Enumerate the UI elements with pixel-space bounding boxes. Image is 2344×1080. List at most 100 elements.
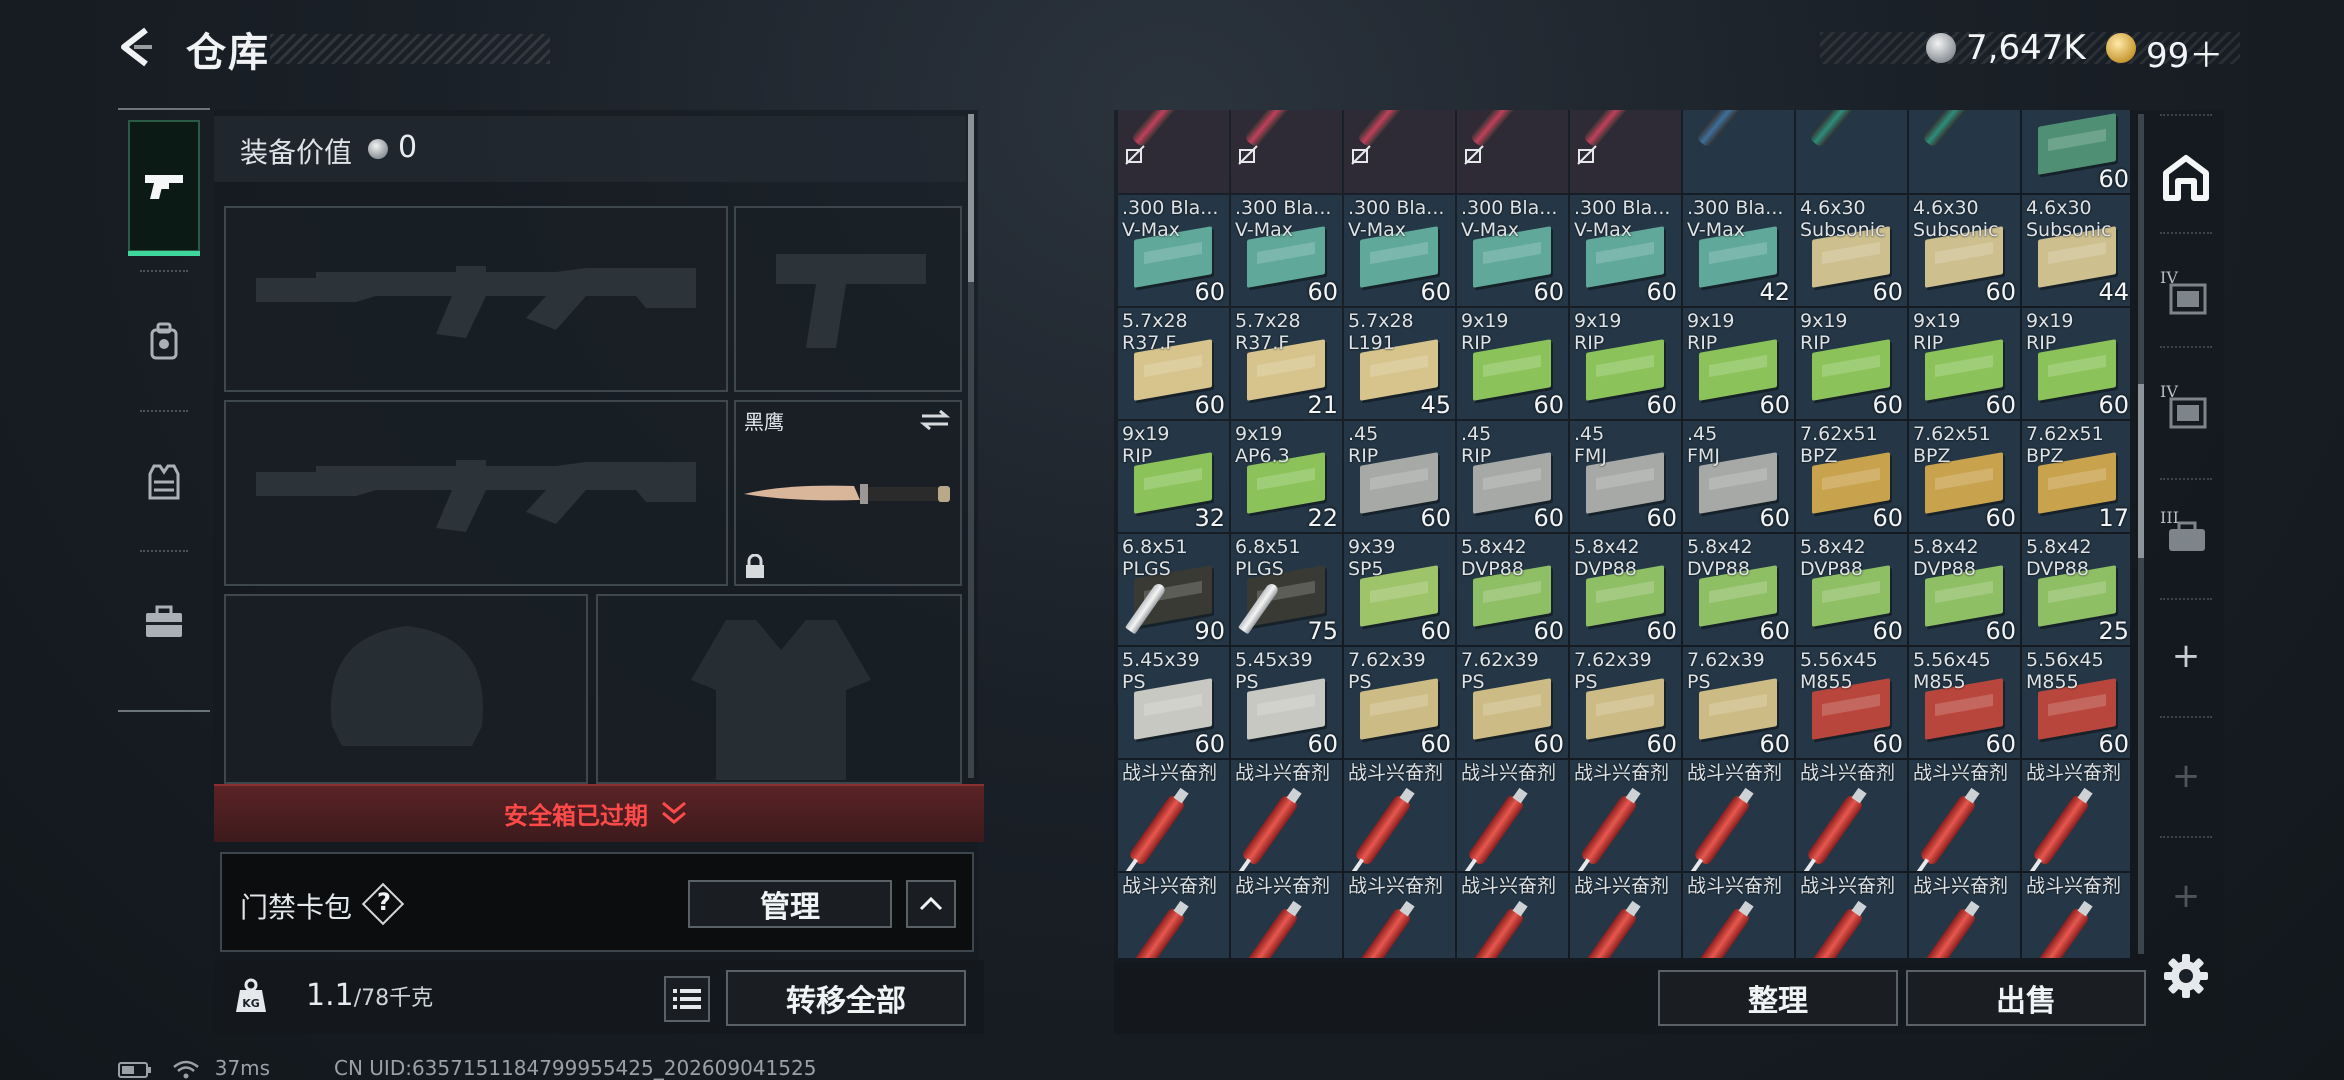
inventory-item[interactable]: 9x19 RIP 32 [1118,421,1229,532]
inventory-item[interactable]: 战斗兴奋剂 [2022,873,2130,958]
inventory-item[interactable]: 5.45x39 PS 60 [1231,647,1342,758]
secondary-weapon-slot[interactable] [224,400,728,586]
inventory-item[interactable]: .300 Bla... V-Max 60 [1344,195,1455,306]
inventory-item[interactable]: 战斗兴奋剂 [1796,760,1907,871]
tab-briefcase[interactable] [128,556,200,688]
inventory-item[interactable]: 战斗兴奋剂 [1570,873,1681,958]
back-button[interactable] [112,22,162,72]
inventory-item[interactable]: .300 Bla... V-Max 60 [1570,195,1681,306]
inventory-item[interactable]: 5.8x42 DVP88 60 [1570,534,1681,645]
inventory-item[interactable]: 9x19 RIP 60 [1909,308,2020,419]
inventory-item[interactable]: 7.62x51 BPZ 17 [2022,421,2130,532]
inventory-item[interactable]: 9x19 RIP 60 [2022,308,2130,419]
inventory-item[interactable]: 6.8x51 PLGS 75 [1231,534,1342,645]
inventory-item[interactable]: 5.8x42 DVP88 25 [2022,534,2130,645]
inventory-item[interactable]: 战斗兴奋剂 [1231,873,1342,958]
inventory-item[interactable]: 5.8x42 DVP88 60 [1457,534,1568,645]
add-storage-button-locked[interactable]: + [2158,868,2214,924]
inventory-item[interactable]: 战斗兴奋剂 [1457,760,1568,871]
list-view-button[interactable] [664,976,710,1022]
inventory-item[interactable]: 战斗兴奋剂 [1683,873,1794,958]
inventory-item[interactable]: 9x19 AP6.3 22 [1231,421,1342,532]
inventory-item[interactable]: 战斗兴奋剂 [1344,760,1455,871]
inventory-item[interactable]: 9x19 RIP 60 [1796,308,1907,419]
help-icon[interactable]: ? [374,888,394,916]
inventory-item[interactable]: 5.7x28 R37.F 21 [1231,308,1342,419]
inventory-item[interactable] [1118,110,1229,193]
inventory-item[interactable]: 7.62x51 BPZ 60 [1796,421,1907,532]
inventory-item[interactable]: 9x39 SP5 60 [1344,534,1455,645]
rail-container-tier4-b[interactable]: IV [2158,382,2214,438]
inventory-item[interactable]: 7.62x39 PS 60 [1683,647,1794,758]
inventory-item[interactable]: 6.8x51 PLGS 90 [1118,534,1229,645]
gold-currency-amount[interactable]: 99＋ [2146,28,2223,77]
inventory-item[interactable]: 9x19 RIP 60 [1683,308,1794,419]
inventory-item[interactable]: 战斗兴奋剂 [1231,760,1342,871]
inventory-item[interactable]: 5.7x28 L191 45 [1344,308,1455,419]
inventory-item[interactable]: .300 Bla... V-Max 60 [1118,195,1229,306]
inventory-item[interactable]: 7.62x51 BPZ 60 [1909,421,2020,532]
swap-icon[interactable] [920,410,950,430]
tab-backpack[interactable] [128,276,200,408]
inventory-item[interactable]: .45 FMJ 60 [1683,421,1794,532]
inventory-item[interactable]: 5.56x45 M855 60 [1796,647,1907,758]
transfer-all-button[interactable]: 转移全部 [726,970,966,1026]
inventory-item[interactable]: 战斗兴奋剂 [1118,873,1229,958]
sell-button[interactable]: 出售 [1906,970,2146,1026]
rail-container-tier4-a[interactable]: IV [2158,268,2214,324]
inventory-item[interactable]: 战斗兴奋剂 [1118,760,1229,871]
add-storage-button[interactable]: + [2158,628,2214,684]
inventory-item[interactable] [1683,110,1794,193]
inventory-item[interactable]: 战斗兴奋剂 [1796,873,1907,958]
inventory-item[interactable]: .45 RIP 60 [1344,421,1455,532]
inventory-item[interactable] [1457,110,1568,193]
collapse-button[interactable] [906,880,956,928]
inventory-item[interactable] [1796,110,1907,193]
inventory-item[interactable]: 4.6x30 Subsonic 60 [1796,195,1907,306]
inventory-item[interactable]: .300 Bla... V-Max 60 [1457,195,1568,306]
inventory-item[interactable]: 5.56x45 M855 60 [2022,647,2130,758]
inventory-item[interactable]: 7.62x39 PS 60 [1344,647,1455,758]
inventory-item[interactable]: 9x19 RIP 60 [1570,308,1681,419]
inventory-item[interactable]: 4.6x30 Subsonic 44 [2022,195,2130,306]
inventory-item[interactable]: 战斗兴奋剂 [1683,760,1794,871]
rail-warehouse[interactable] [2158,150,2214,206]
inventory-item[interactable]: .45 FMJ 60 [1570,421,1681,532]
armor-slot[interactable] [596,594,962,784]
inventory-item[interactable]: 战斗兴奋剂 [1909,760,2020,871]
inventory-item[interactable]: 7.62x39 PS 60 [1570,647,1681,758]
tab-weapons[interactable] [128,120,200,256]
inventory-item[interactable]: 战斗兴奋剂 [2022,760,2130,871]
pistol-slot[interactable] [734,206,962,392]
inventory-item[interactable] [1570,110,1681,193]
equipment-scroll-thumb[interactable] [968,114,974,282]
helmet-slot[interactable] [224,594,588,784]
inventory-item[interactable]: .45 RIP 60 [1457,421,1568,532]
manage-button[interactable]: 管理 [688,880,892,928]
inventory-item[interactable]: 60 [2022,110,2130,193]
sort-button[interactable]: 整理 [1658,970,1898,1026]
add-storage-button-locked[interactable]: + [2158,748,2214,804]
inventory-item[interactable]: 4.6x30 Subsonic 60 [1909,195,2020,306]
primary-weapon-slot[interactable] [224,206,728,392]
inventory-item[interactable]: 7.62x39 PS 60 [1457,647,1568,758]
inventory-item[interactable]: 战斗兴奋剂 [1909,873,2020,958]
inventory-item[interactable]: 5.8x42 DVP88 60 [1909,534,2020,645]
inventory-item[interactable]: 9x19 RIP 60 [1457,308,1568,419]
inventory-item[interactable]: 5.56x45 M855 60 [1909,647,2020,758]
rail-container-tier3[interactable]: III [2158,508,2214,564]
inventory-item[interactable]: 战斗兴奋剂 [1344,873,1455,958]
settings-button[interactable] [2160,950,2212,1002]
inventory-item[interactable]: .300 Bla... V-Max 42 [1683,195,1794,306]
inventory-scroll-thumb[interactable] [2138,384,2144,558]
inventory-item[interactable]: 战斗兴奋剂 [1570,760,1681,871]
inventory-item[interactable] [1231,110,1342,193]
inventory-item[interactable]: .300 Bla... V-Max 60 [1231,195,1342,306]
inventory-item[interactable] [1909,110,2020,193]
inventory-item[interactable]: 战斗兴奋剂 [1457,873,1568,958]
inventory-item[interactable]: 5.8x42 DVP88 60 [1683,534,1794,645]
inventory-item[interactable]: 5.45x39 PS 60 [1118,647,1229,758]
inventory-item[interactable]: 5.8x42 DVP88 60 [1796,534,1907,645]
inventory-item[interactable] [1344,110,1455,193]
inventory-item[interactable]: 5.7x28 R37.F 60 [1118,308,1229,419]
